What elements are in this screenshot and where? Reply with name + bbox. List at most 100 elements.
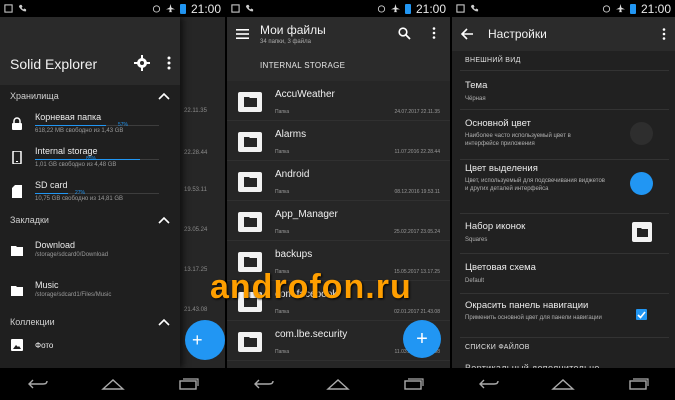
nav-color-checkbox[interactable]: [636, 309, 647, 320]
hamburger-menu-icon[interactable]: [236, 29, 249, 39]
bg-date: 22.28.44: [184, 150, 208, 156]
section-collections[interactable]: Коллекции: [0, 311, 180, 333]
file-row[interactable]: Android Папка 08.12.2016 19.53.11: [227, 161, 450, 201]
storage-name: Internal storage: [35, 146, 98, 156]
bg-date: 22.11.35: [184, 108, 207, 114]
storage-usage-bar: [35, 193, 159, 194]
battery-icon: [179, 3, 186, 14]
setting-highlight-color[interactable]: Цвет выделения Цвет, используемый для по…: [452, 160, 675, 212]
gear-icon[interactable]: [134, 55, 150, 71]
folder-icon: [11, 286, 23, 296]
home-icon[interactable]: [550, 376, 576, 392]
file-date: 08.12.2016 19.53.11: [394, 189, 440, 195]
primary-color-swatch[interactable]: [630, 122, 653, 145]
setting-desc: Наиболее часто используемый цвет в интер…: [465, 133, 571, 147]
bg-date: 21.43.08: [184, 307, 208, 313]
bg-date: 19.53.11: [184, 187, 207, 193]
folder-icon: [11, 246, 23, 256]
file-name: com.lbe.security: [275, 329, 348, 340]
phone-storage-icon: [12, 151, 22, 164]
section-appearance: ВНЕШНИЙ ВИД: [465, 57, 521, 64]
setting-value: Squares: [465, 237, 488, 243]
storage-breadcrumb[interactable]: INTERNAL STORAGE: [260, 61, 345, 70]
android-nav-bar: [452, 368, 675, 400]
storage-item-internal[interactable]: Internal storage 85% 1,01 GB свободно из…: [0, 141, 180, 175]
file-row[interactable]: App_Manager Папка 25.02.2017 23.05.24: [227, 201, 450, 241]
setting-theme[interactable]: Тема Чёрная: [452, 72, 675, 108]
home-icon[interactable]: [325, 376, 351, 392]
recents-icon[interactable]: [175, 376, 201, 392]
storage-name: Корневая папка: [35, 112, 102, 122]
bookmark-music[interactable]: Music /storage/sdcard1/Files/Music: [0, 271, 180, 311]
setting-title: Тема: [465, 80, 488, 91]
setting-value: Default: [465, 278, 485, 284]
notification-icon: [4, 4, 13, 13]
setting-title: Набор иконок: [465, 221, 526, 232]
phone-icon: [18, 4, 27, 13]
back-icon[interactable]: [476, 376, 502, 392]
bookmark-download[interactable]: Download /storage/sdcard0/Download: [0, 231, 180, 271]
more-vert-icon[interactable]: [432, 27, 436, 39]
alarm-icon: [377, 4, 386, 13]
arrow-back-icon[interactable]: [461, 28, 473, 40]
more-vert-icon[interactable]: [662, 28, 666, 40]
notification-icon: [231, 4, 240, 13]
chevron-up-icon[interactable]: [158, 92, 170, 100]
setting-primary-color[interactable]: Основной цвет Наиболее часто используемы…: [452, 110, 675, 158]
storage-item-root[interactable]: Корневая папка 57% 618,22 MB свободно из…: [0, 107, 180, 141]
watermark-text: androfon.ru: [210, 268, 412, 306]
storage-item-sdcard[interactable]: SD card 27% 10,75 GB свободно из 14,81 G…: [0, 175, 180, 209]
settings-toolbar: Настройки: [452, 17, 675, 51]
status-bar: 21:00: [0, 0, 225, 17]
more-vert-icon[interactable]: [166, 56, 172, 70]
setting-title: Окрасить панель навигации: [465, 300, 589, 311]
file-name: Android: [275, 169, 310, 180]
folder-icon: [238, 92, 262, 112]
airplane-icon: [390, 4, 400, 13]
collection-name: Фото: [35, 341, 54, 350]
background-file-list: 22.11.35 22.28.44 19.53.11 23.05.24 13.1…: [180, 17, 225, 368]
file-type: Папка: [275, 229, 290, 235]
file-date: 25.02.2017 23.05.24: [394, 229, 440, 235]
setting-title: Цветовая схема: [465, 262, 536, 273]
setting-title: Основной цвет: [465, 118, 531, 129]
file-row[interactable]: Alarms Папка 11.07.2016 22.28.44: [227, 121, 450, 161]
setting-nav-color[interactable]: Окрасить панель навигации Применить осно…: [452, 294, 675, 336]
home-icon[interactable]: [100, 376, 126, 392]
setting-icon-set[interactable]: Набор иконок Squares: [452, 214, 675, 252]
storage-free: 618,22 MB свободно из 1,43 GB: [35, 128, 124, 134]
bookmark-name: Download: [35, 240, 76, 250]
notification-icon: [456, 4, 465, 13]
file-date: 02.01.2017 21.43.08: [394, 309, 440, 315]
storage-usage-fill: [35, 193, 69, 194]
bg-date: 13.17.25: [184, 267, 208, 273]
setting-desc: Цвет, используемый для подсвечивания вид…: [465, 178, 605, 192]
folder-icon: [238, 212, 262, 232]
page-title: Мои файлы: [260, 23, 326, 37]
add-fab[interactable]: +: [403, 320, 441, 358]
airplane-icon: [165, 4, 175, 13]
page-title: Настройки: [488, 27, 547, 41]
section-bookmarks[interactable]: Закладки: [0, 209, 180, 231]
chevron-up-icon[interactable]: [158, 318, 170, 326]
drawer-screen: 21:00 22.11.35 22.28.44 19.53.11 23.05.2…: [0, 0, 225, 400]
chevron-up-icon[interactable]: [158, 216, 170, 224]
collection-photo[interactable]: Фото: [0, 333, 180, 357]
drawer-header: Solid Explorer: [0, 17, 180, 85]
add-fab[interactable]: +: [185, 320, 225, 360]
divider: [460, 70, 669, 71]
highlight-color-swatch[interactable]: [630, 172, 653, 195]
recents-icon[interactable]: [625, 376, 651, 392]
file-date: 24.07.2017 22.11.35: [394, 109, 440, 115]
files-screen: 21:00 Мои файлы 34 папки, 3 файла INTERN…: [227, 0, 450, 400]
back-icon[interactable]: [251, 376, 277, 392]
add-fab-label: +: [192, 329, 203, 350]
file-row[interactable]: AccuWeather Папка 24.07.2017 22.11.35: [227, 81, 450, 121]
back-icon[interactable]: [25, 376, 51, 392]
section-storage[interactable]: Хранилища: [0, 85, 180, 107]
setting-color-scheme[interactable]: Цветовая схема Default: [452, 254, 675, 292]
bookmark-path: /storage/sdcard1/Files/Music: [35, 292, 112, 298]
search-icon[interactable]: [398, 27, 411, 40]
photo-icon: [11, 339, 23, 351]
recents-icon[interactable]: [400, 376, 426, 392]
